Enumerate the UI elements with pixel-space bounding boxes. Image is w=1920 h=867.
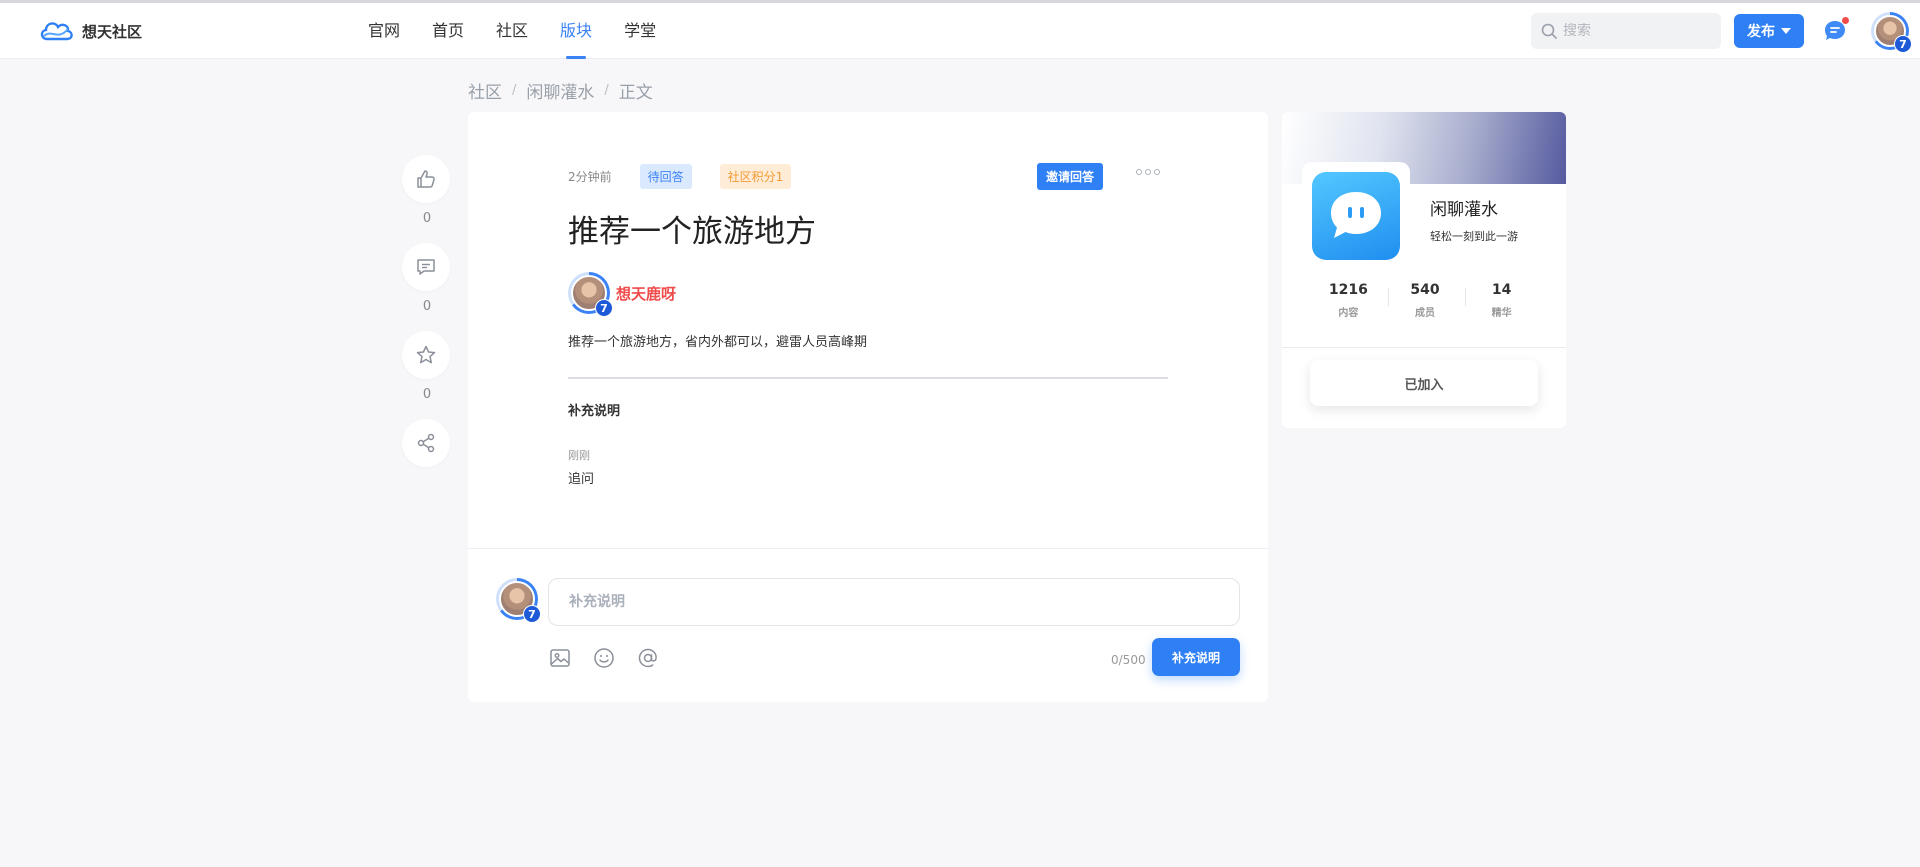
emoji-icon[interactable]: [592, 646, 616, 670]
supplement-heading: 补充说明: [568, 404, 621, 419]
character-counter: 0/500: [1111, 653, 1146, 667]
breadcrumb-community[interactable]: 社区: [468, 78, 502, 103]
level-badge: 7: [523, 605, 541, 623]
mention-icon[interactable]: [636, 646, 660, 670]
stat-value: 1216: [1328, 282, 1368, 298]
stat-featured: 14 精华: [1464, 282, 1537, 319]
points-badge: 社区积分1: [719, 164, 792, 189]
top-header: 想天社区 官网 首页 社区 版块 学堂 发布 7: [0, 3, 1920, 59]
board-name[interactable]: 闲聊灌水: [1430, 195, 1498, 220]
image-icon[interactable]: [548, 646, 572, 670]
breadcrumb-board[interactable]: 闲聊灌水: [526, 78, 594, 103]
stat-label: 精华: [1491, 308, 1512, 319]
post-body: 推荐一个旅游地方，省内外都可以，避雷人员高峰期: [568, 335, 868, 350]
post-meta: 2分钟前 待回答 社区积分1: [568, 164, 792, 189]
search-input[interactable]: [1563, 23, 1713, 39]
favorite-count: 0: [422, 387, 432, 402]
stat-content: 1216 内容: [1313, 282, 1383, 319]
main-nav: 官网 首页 社区 版块 学堂: [368, 3, 656, 59]
share-button[interactable]: [402, 419, 450, 467]
comment-button[interactable]: [402, 243, 450, 291]
post-author: 7 想天鹿呀: [568, 272, 676, 317]
star-icon: [416, 345, 436, 364]
breadcrumb-separator: /: [512, 83, 517, 98]
logo-text: 想天社区: [82, 22, 143, 41]
chat-bubble-glyph: [1331, 192, 1381, 238]
publish-button-label: 发布: [1747, 24, 1775, 40]
stat-value: 540: [1410, 282, 1440, 298]
favorite-button[interactable]: [402, 331, 450, 379]
section-divider: [468, 548, 1268, 549]
breadcrumb-separator: /: [604, 83, 609, 98]
joined-button[interactable]: 已加入: [1310, 360, 1538, 406]
caret-down-icon: [1781, 28, 1791, 34]
share-icon: [417, 433, 435, 453]
invite-answer-button[interactable]: 邀请回答: [1037, 163, 1104, 190]
breadcrumb: 社区 / 闲聊灌水 / 正文: [468, 78, 653, 103]
board-description: 轻松一刻到此一游: [1430, 230, 1518, 243]
nav-item-boards[interactable]: 版块: [560, 3, 592, 59]
author-avatar[interactable]: 7: [568, 272, 613, 317]
stat-label: 成员: [1414, 308, 1435, 319]
nav-item-official[interactable]: 官网: [368, 3, 400, 59]
content-divider: [568, 377, 1168, 379]
submit-supplement-button[interactable]: 补充说明: [1152, 638, 1240, 676]
more-dot-icon: [1145, 169, 1151, 175]
supplement-time: 刚刚: [568, 449, 590, 462]
more-options-button[interactable]: [1136, 169, 1160, 175]
post-action-bar: 0 0 0: [402, 155, 452, 467]
stat-value: 14: [1491, 282, 1512, 298]
board-card-divider: [1282, 347, 1566, 348]
breadcrumb-current: 正文: [618, 83, 653, 103]
post-title: 推荐一个旅游地方: [568, 214, 816, 250]
like-count: 0: [422, 211, 432, 226]
stat-members: 540 成员: [1387, 282, 1460, 319]
level-badge: 7: [1894, 35, 1912, 53]
nav-item-community[interactable]: 社区: [496, 3, 528, 59]
search-icon: [1541, 23, 1557, 39]
publish-button[interactable]: 发布: [1734, 14, 1804, 48]
level-badge: 7: [595, 299, 613, 317]
nav-item-academy[interactable]: 学堂: [624, 3, 656, 59]
board-stats: 1216 内容 540 成员 14 精华: [1310, 282, 1540, 319]
user-avatar[interactable]: 7: [1871, 12, 1912, 53]
board-card: 闲聊灌水 轻松一刻到此一游 1216 内容 540 成员 14 精华 已加入: [1282, 112, 1566, 428]
post-time: 2分钟前: [568, 170, 612, 184]
supplement-input[interactable]: [548, 578, 1240, 626]
logo[interactable]: 想天社区: [38, 17, 142, 45]
comment-icon: [417, 259, 435, 275]
supplement-text: 追问: [568, 472, 595, 487]
notification-dot: [1842, 17, 1849, 24]
post-card: 2分钟前 待回答 社区积分1 邀请回答 推荐一个旅游地方 7 想天鹿呀 推荐一个…: [468, 112, 1268, 702]
cloud-logo-icon: [40, 22, 73, 41]
commenter-avatar[interactable]: 7: [496, 578, 541, 623]
stat-label: 内容: [1338, 308, 1359, 319]
search-box: [1531, 13, 1721, 49]
comment-count: 0: [422, 299, 432, 314]
status-badge: 待回答: [639, 164, 692, 189]
more-dot-icon: [1154, 169, 1160, 175]
nav-item-home[interactable]: 首页: [432, 3, 464, 59]
like-button[interactable]: [402, 155, 450, 203]
thumbs-up-icon: [417, 170, 435, 188]
author-name[interactable]: 想天鹿呀: [616, 283, 676, 304]
chat-bubble-icon[interactable]: [1312, 172, 1400, 260]
more-dot-icon: [1136, 169, 1142, 175]
